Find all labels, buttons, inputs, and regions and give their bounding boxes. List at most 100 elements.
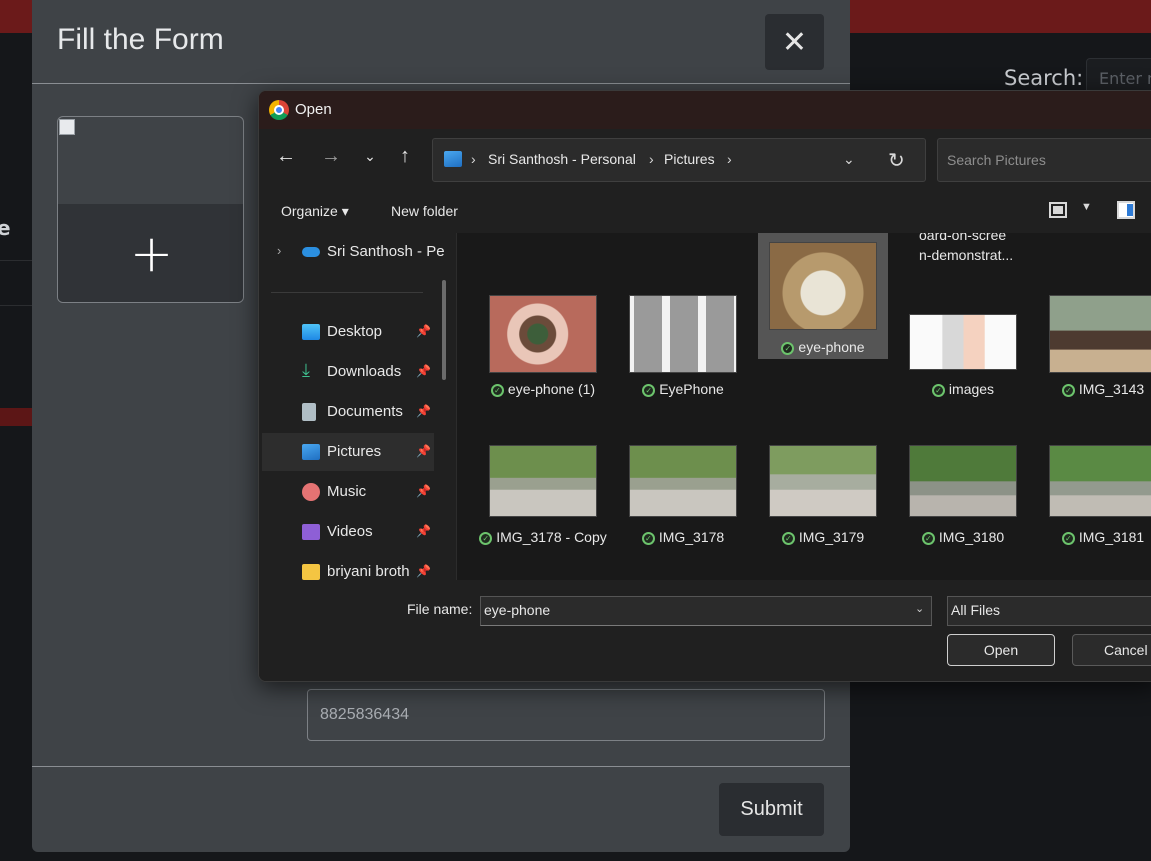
desktop-icon [302,324,320,340]
nav-item-folder[interactable]: briyani broth 📌 [262,553,434,580]
pin-icon[interactable]: 📌 [416,484,431,498]
file-thumbnail [769,242,877,330]
file-item[interactable]: ✓ IMG_3181 [1038,405,1151,549]
pictures-icon [444,151,462,167]
file-item[interactable]: ✓ images [898,257,1028,401]
file-item[interactable]: ✓ eye-phone (1) [478,257,608,401]
nav-item-label: Downloads [327,363,402,380]
synced-check-icon: ✓ [1061,531,1075,545]
file-type-select[interactable]: All Files [947,596,1151,626]
new-folder-button[interactable]: New folder [391,203,458,219]
chevron-right-icon[interactable]: › [649,151,654,167]
phone-field[interactable]: 8825836434 [307,689,825,741]
forward-arrow-icon[interactable]: → [316,141,346,171]
synced-check-icon: ✓ [781,341,795,355]
nav-item-label: Videos [327,523,373,540]
file-name: images [948,381,995,397]
file-item[interactable]: ✓ IMG_3180 [898,405,1028,549]
nav-item-pictures[interactable]: Pictures 📌 [262,433,434,471]
file-thumbnail [489,295,597,373]
nav-item-desktop[interactable]: Desktop 📌 [262,313,434,351]
file-thumbnail [489,445,597,517]
file-thumbnail [1049,445,1151,517]
file-name: IMG_3178 [658,529,725,545]
file-item[interactable]: ✓ IMG_3143 [1038,257,1151,401]
file-name: EyePhone [659,381,724,397]
background-text-fragment: e [0,216,11,240]
image-preview [58,117,243,204]
preview-pane-icon[interactable] [1117,201,1135,219]
file-name: IMG_3180 [938,529,1005,545]
file-grid[interactable]: oard-on-scree n-demonstrat... ✓ eye-phone… [457,233,1151,580]
organize-menu[interactable]: Organize ▾ [281,203,349,220]
back-arrow-icon[interactable]: ← [271,141,301,171]
expand-chevron-icon[interactable]: › [277,243,281,258]
file-name: IMG_3178 - Copy [496,529,607,545]
modal-divider [32,83,850,84]
refresh-icon[interactable]: ↻ [888,148,905,173]
chevron-right-icon[interactable]: › [471,151,476,167]
up-arrow-icon[interactable]: ↑ [390,141,420,171]
nav-item-downloads[interactable]: ⤓ Downloads 📌 [262,353,434,391]
file-thumbnail [909,314,1017,370]
navigation-pane[interactable]: › Sri Santhosh - Pe Desktop 📌 ⤓ Download… [259,233,456,580]
file-name-input[interactable]: eye-phone [480,596,932,626]
nav-pane-scrollbar[interactable] [442,280,446,380]
cancel-button[interactable]: Cancel [1072,634,1151,666]
dialog-navigation-bar: ← → ⌄ ↑ › Sri Santhosh - Personal › Pict… [259,129,1151,189]
chrome-icon [269,100,289,120]
recent-locations-chevron-icon[interactable]: ⌄ [355,141,385,171]
view-options-icon[interactable] [1049,202,1067,218]
pin-icon[interactable]: 📌 [416,324,431,338]
dialog-body: › Sri Santhosh - Pe Desktop 📌 ⤓ Download… [259,233,1151,580]
modal-title: Fill the Form [57,23,224,56]
file-name-label: File name: [407,601,473,617]
pin-icon[interactable]: 📌 [416,404,431,418]
modal-divider [32,766,850,767]
file-item-selected[interactable]: ✓ eye-phone [758,233,888,359]
search-pictures-input[interactable]: Search Pictures [937,138,1151,182]
close-button[interactable]: ✕ [765,14,824,70]
breadcrumb-item[interactable]: Sri Santhosh - Personal [488,151,636,167]
file-thumbnail [769,445,877,517]
synced-check-icon: ✓ [931,383,945,397]
nav-item-onedrive[interactable]: › Sri Santhosh - Pe [262,233,445,271]
file-thumbnail [1049,295,1151,373]
pin-icon[interactable]: 📌 [416,444,431,458]
caret-down-icon[interactable]: ▼ [1081,201,1092,213]
pin-icon[interactable]: 📌 [416,364,431,378]
file-item[interactable]: ✓ EyePhone [618,257,748,401]
nav-separator [271,292,423,293]
file-item[interactable]: ✓ IMG_3179 [758,405,888,549]
submit-button[interactable]: Submit [719,783,824,836]
file-name: IMG_3143 [1078,381,1145,397]
pin-icon[interactable]: 📌 [416,524,431,538]
dialog-title: Open [295,101,332,118]
chevron-down-icon[interactable]: ⌄ [915,602,924,615]
nav-item-label: Sri Santhosh - Pe [327,243,445,260]
open-button[interactable]: Open [947,634,1055,666]
add-image-button[interactable]: + [58,204,243,302]
file-name: eye-phone [798,339,865,355]
address-bar[interactable]: › Sri Santhosh - Personal › Pictures › ⌄… [432,138,926,182]
nav-item-videos[interactable]: Videos 📌 [262,513,434,551]
pin-icon[interactable]: 📌 [416,564,431,578]
videos-icon [302,524,320,540]
file-name: IMG_3181 [1078,529,1145,545]
file-item[interactable]: ✓ IMG_3178 [618,405,748,549]
file-item[interactable]: ✓ IMG_3178 - Copy [478,405,608,549]
breadcrumb-item[interactable]: Pictures [664,151,715,167]
image-upload-box[interactable]: + [57,116,244,303]
chevron-right-icon[interactable]: › [727,151,732,167]
nav-item-label: Music [327,483,367,500]
file-thumbnail [629,445,737,517]
nav-item-documents[interactable]: Documents 📌 [262,393,434,431]
chevron-down-icon[interactable]: ⌄ [843,151,855,168]
broken-image-icon [59,119,75,135]
file-name: IMG_3179 [798,529,865,545]
nav-item-music[interactable]: Music 📌 [262,473,434,511]
documents-icon [302,403,316,421]
synced-check-icon: ✓ [642,383,656,397]
folder-icon [302,564,320,580]
synced-check-icon: ✓ [641,531,655,545]
